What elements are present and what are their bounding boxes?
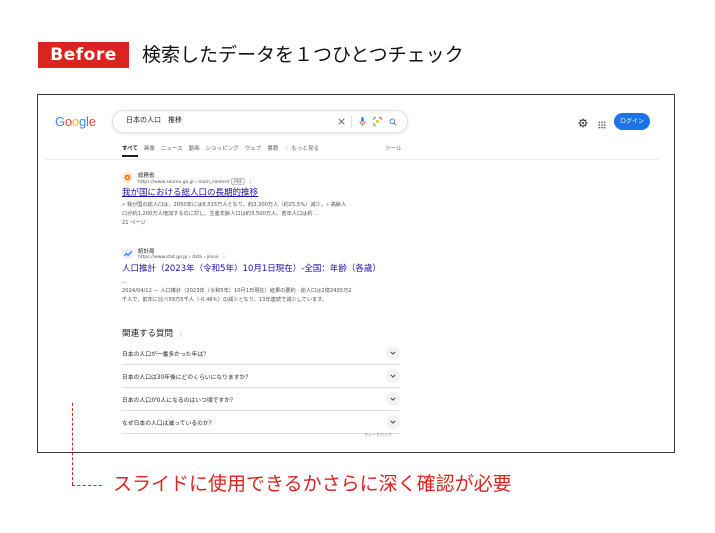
tab-videos[interactable]: 動画 bbox=[189, 144, 200, 154]
annotation-note: スライドに使用できるかさらに深く確認が必要 bbox=[113, 473, 512, 495]
result-snippet: 口が約1,200万人増加するのに対し、生産年齢人口は約3,500万人、若年人口は… bbox=[122, 211, 320, 217]
related-question-item[interactable]: 日本の人口が0人になるのはいつ頃ですか？ bbox=[122, 388, 400, 411]
screenshot-frame: Google ログイン すべて画像ニュース動画ショッピングウェブ書籍 ⋮ もっと見… bbox=[37, 94, 675, 453]
settings-icon[interactable] bbox=[578, 113, 588, 132]
search-icon[interactable] bbox=[386, 115, 399, 128]
related-question-item[interactable]: 日本の人口は30年後にどのくらいになりますか？ bbox=[122, 365, 400, 388]
chevron-down-icon[interactable] bbox=[386, 346, 400, 360]
result-snippet: » 我が国の総人口は、2050年には9,515万人となり、約3,300万人（約2… bbox=[122, 202, 347, 208]
result-snippet: ... bbox=[122, 279, 127, 285]
result-url-row: https://www.soumu.go.jp › main_content PD… bbox=[138, 178, 253, 185]
tab-web[interactable]: ウェブ bbox=[245, 144, 262, 154]
result-snippet: 千人で、前年に比べ59万5千人（-0.48％）の減少となり、13年連続で減少して… bbox=[122, 297, 328, 303]
feedback-link[interactable]: フィードバック bbox=[364, 432, 392, 438]
tools-button[interactable]: ツール bbox=[385, 144, 402, 154]
search-result: 統計局 https://www.stat.go.jp › data › jins… bbox=[122, 247, 382, 305]
chevron-down-icon[interactable] bbox=[386, 392, 400, 406]
annotation-dashed-line bbox=[72, 403, 73, 485]
more-options-icon[interactable]: ⋮ bbox=[248, 179, 253, 185]
result-url-row: https://www.stat.go.jp › data › jinsui ⋮ bbox=[138, 254, 227, 260]
tab-all[interactable]: すべて bbox=[122, 144, 138, 157]
tab-images[interactable]: 画像 bbox=[144, 144, 155, 154]
more-options-icon[interactable]: ⋮ bbox=[222, 254, 227, 260]
search-input[interactable] bbox=[126, 116, 326, 124]
before-badge: Before bbox=[38, 42, 129, 68]
voice-search-icon[interactable] bbox=[356, 115, 369, 128]
login-button[interactable]: ログイン bbox=[614, 113, 650, 130]
result-title-link[interactable]: 我が国における総人口の長期的推移 bbox=[122, 187, 382, 200]
ministry-favicon-icon bbox=[122, 172, 133, 183]
result-url: https://www.stat.go.jp › data › jinsui bbox=[138, 255, 219, 260]
related-question-item[interactable]: なぜ日本の人口は減っているのか？ bbox=[122, 411, 400, 434]
related-question-text: なぜ日本の人口は減っているのか？ bbox=[122, 421, 215, 427]
result-title-link[interactable]: 人口推計（2023年（令和5年）10月1日現在）-全国：年齢（各歳） bbox=[122, 263, 382, 276]
tab-more[interactable]: ⋮ もっと見る bbox=[284, 144, 319, 154]
result-source[interactable]: 総務省 https://www.soumu.go.jp › main_conte… bbox=[122, 171, 382, 185]
tab-books[interactable]: 書籍 bbox=[267, 144, 278, 154]
tabs-divider bbox=[45, 159, 659, 160]
lens-search-icon[interactable] bbox=[371, 115, 384, 128]
clear-icon[interactable] bbox=[335, 115, 348, 128]
annotation-dashed-line bbox=[72, 485, 102, 486]
slide-heading: 検索したデータを１つひとつチェック bbox=[142, 44, 464, 66]
result-url: https://www.soumu.go.jp › main_content bbox=[138, 180, 230, 185]
search-result: 総務省 https://www.soumu.go.jp › main_conte… bbox=[122, 171, 382, 228]
search-box[interactable] bbox=[112, 110, 408, 133]
apps-grid-icon[interactable] bbox=[598, 114, 606, 133]
search-tabs: すべて 画像 ニュース 動画 ショッピング ウェブ 書籍 ⋮ もっと見る ツール bbox=[122, 144, 402, 157]
stat-bureau-favicon-icon bbox=[122, 248, 133, 259]
pdf-badge: PDF bbox=[231, 178, 246, 185]
related-question-text: 日本の人口が一番多かった年は？ bbox=[122, 352, 209, 358]
more-options-icon[interactable]: ⋮ bbox=[178, 331, 184, 338]
result-snippet: 21 ページ bbox=[122, 220, 146, 226]
related-question-item[interactable]: 日本の人口が一番多かった年は？ bbox=[122, 342, 400, 365]
chevron-down-icon[interactable] bbox=[386, 415, 400, 429]
tab-shopping[interactable]: ショッピング bbox=[206, 144, 239, 154]
search-box-divider bbox=[351, 116, 352, 128]
related-question-text: 日本の人口は30年後にどのくらいになりますか？ bbox=[122, 375, 252, 381]
result-snippet: 2024/04/12 — 人口推計（2023年（令和5年）10月1日現在）結果の… bbox=[122, 288, 352, 294]
result-source[interactable]: 統計局 https://www.stat.go.jp › data › jins… bbox=[122, 247, 382, 261]
google-logo[interactable]: Google bbox=[55, 114, 96, 129]
related-question-text: 日本の人口が0人になるのはいつ頃ですか？ bbox=[122, 398, 236, 404]
tab-news[interactable]: ニュース bbox=[161, 144, 183, 154]
related-questions-heading: 関連する質問 ⋮ bbox=[122, 327, 184, 339]
chevron-down-icon[interactable] bbox=[386, 369, 400, 383]
related-questions-title: 関連する質問 bbox=[122, 329, 174, 339]
